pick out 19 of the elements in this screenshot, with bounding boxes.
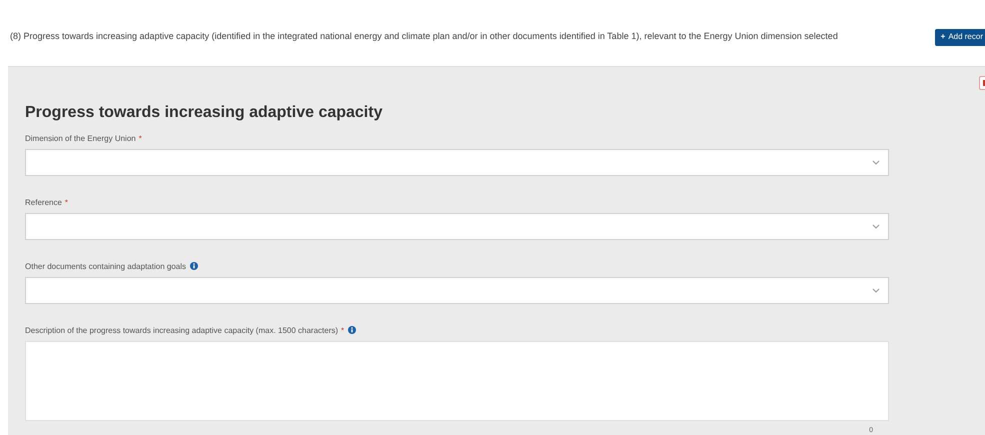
section-title: (8) Progress towards increasing adaptive capacity (identified in the integrated national energy and climate plan and/or in other documents identified in Table 1), relevant to the Energy Union dimension selected [10, 30, 838, 44]
required-mark: * [64, 198, 68, 208]
info-icon [190, 262, 198, 270]
chevron-down-icon [872, 224, 880, 229]
field-label: Reference [25, 198, 62, 208]
required-mark: * [138, 134, 142, 144]
select-field[interactable] [25, 277, 889, 304]
chevron-down-icon [872, 288, 880, 293]
form-heading: Progress towards increasing adaptive capacity [25, 103, 384, 123]
field-label: Other documents containing adaptation goals [25, 262, 186, 272]
field-label: Description of the progress towards increasing adaptive capacity (max. 1500 characters) [25, 326, 338, 336]
field-label: Dimension of the Energy Union [25, 134, 136, 144]
select-field[interactable] [25, 149, 889, 176]
select-field[interactable] [25, 213, 889, 240]
chevron-down-icon [872, 160, 880, 165]
required-mark: * [341, 326, 344, 336]
description-textarea[interactable] [25, 341, 889, 421]
info-icon [348, 326, 356, 334]
add-record-button[interactable]: + Add recor [934, 28, 985, 46]
